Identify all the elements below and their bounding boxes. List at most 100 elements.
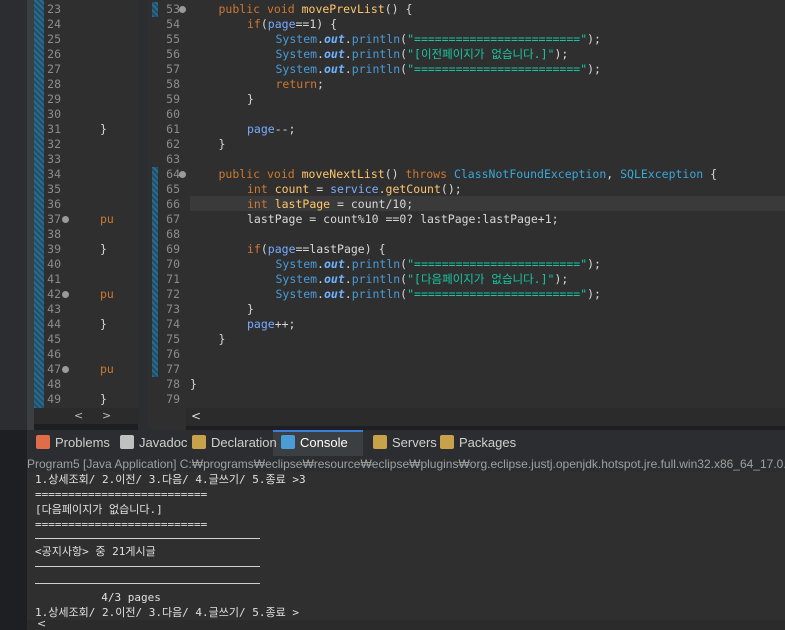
code-line[interactable]: public void movePrevList() {: [219, 2, 413, 17]
left-line-number: 29: [47, 92, 61, 106]
console-line: 1.상세조회/ 2.이전/ 3.다음/ 4.글쓰기/ 5.종료 >: [35, 606, 300, 619]
code-token: page: [267, 242, 296, 256]
console-separator: [35, 538, 260, 539]
console-hscroll[interactable]: <: [27, 617, 785, 630]
code-token: println: [351, 272, 401, 286]
left-line-number: 36: [47, 197, 61, 211]
fold-toggle-icon[interactable]: [179, 6, 186, 13]
code-token: println: [351, 257, 401, 271]
code-token: (): [384, 167, 406, 181]
code-token: .: [344, 287, 352, 301]
code-token: }: [190, 377, 197, 391]
left-code-line[interactable]: }: [100, 122, 107, 137]
packages-icon: [440, 435, 454, 449]
code-line[interactable]: System.out.println("====================…: [276, 287, 601, 302]
servers-icon: [373, 435, 387, 449]
code-line[interactable]: int lastPage = count/10;: [247, 197, 413, 212]
left-code-line[interactable]: }: [100, 317, 107, 332]
code-token: out: [323, 62, 345, 76]
left-line-number: 31: [47, 122, 61, 136]
code-line[interactable]: int count = service.getCount();: [247, 182, 462, 197]
code-token: "========================": [407, 62, 588, 76]
code-token: .: [378, 182, 386, 196]
left-line-number: 25: [47, 32, 61, 46]
at-sign-icon: [120, 435, 134, 449]
console-output[interactable]: 1.상세조회/ 2.이전/ 3.다음/ 4.글쓰기/ 5.종료 >3 ======…: [27, 472, 785, 630]
console-line: 1.상세조회/ 2.이전/ 3.다음/ 4.글쓰기/ 5.종료 >3: [35, 473, 306, 486]
code-line[interactable]: System.out.println("====================…: [276, 32, 601, 47]
editor-divider[interactable]: [138, 0, 148, 430]
fold-toggle-icon[interactable]: [179, 171, 186, 178]
code-line[interactable]: if(page==lastPage) {: [247, 242, 386, 257]
left-code-line[interactable]: }: [100, 392, 107, 407]
left-editor-hscroll[interactable]: < >: [34, 408, 138, 424]
fold-toggle-icon[interactable]: [62, 366, 69, 373]
code-token: page: [267, 17, 296, 31]
change-ruler-mark: [152, 167, 158, 377]
code-line[interactable]: }: [247, 302, 254, 317]
code-token: );: [554, 272, 569, 286]
code-line[interactable]: }: [190, 377, 197, 392]
left-code-line[interactable]: }: [100, 242, 107, 257]
line-number: 54: [166, 17, 180, 31]
code-line[interactable]: public void moveNextList() throws ClassN…: [219, 167, 718, 182]
code-token: (: [260, 242, 268, 256]
code-token: =: [309, 182, 331, 196]
code-token: () {: [384, 2, 413, 16]
left-code-line[interactable]: pu: [100, 287, 114, 302]
code-line[interactable]: }: [219, 137, 226, 152]
code-line[interactable]: page--;: [247, 122, 295, 137]
left-code-line[interactable]: pu: [100, 362, 114, 377]
fold-toggle-icon[interactable]: [62, 291, 69, 298]
code-token: System: [275, 287, 318, 301]
code-token: System: [275, 272, 318, 286]
tab-javadoc[interactable]: Javadoc: [120, 431, 187, 455]
tab-problems[interactable]: Problems: [36, 431, 110, 455]
code-token: }: [218, 332, 226, 346]
main-editor[interactable]: 53 public void movePrevList() {54 if(page=…: [148, 0, 785, 408]
code-line[interactable]: page++;: [247, 317, 295, 332]
code-line[interactable]: System.out.println("====================…: [276, 257, 601, 272]
code-token: .: [344, 32, 352, 46]
left-line-number: 32: [47, 137, 61, 151]
code-token: ++;: [274, 317, 296, 331]
left-line-number: 26: [47, 47, 61, 61]
fold-toggle-icon[interactable]: [62, 216, 69, 223]
code-line[interactable]: System.out.println("====================…: [276, 62, 601, 77]
code-line[interactable]: System.out.println("[다음페이지가 없습니다.]");: [276, 272, 569, 287]
code-line[interactable]: if(page==1) {: [247, 17, 337, 32]
left-side-strip: [0, 0, 27, 430]
left-line-number: 46: [47, 347, 61, 361]
left-hscroll-right-arrow-icon[interactable]: >: [102, 408, 111, 424]
tab-console[interactable]: Console: [281, 431, 348, 455]
code-token: --;: [274, 122, 296, 136]
code-token: "========================": [407, 32, 588, 46]
main-editor-hscroll[interactable]: <: [186, 408, 785, 426]
main-hscroll-left-arrow-icon[interactable]: <: [191, 408, 201, 424]
code-token: getCount: [385, 182, 441, 196]
tab-servers[interactable]: Servers: [373, 431, 437, 455]
line-number: 63: [166, 152, 180, 166]
left-editor[interactable]: 23 24 25 26 27 28 29 30 31} 32 33 34 35 36 37 pu 38 39} 40…: [34, 0, 138, 408]
code-token: lastPage = count%10 ==0? lastPage:lastPa…: [247, 212, 559, 226]
left-code-line[interactable]: pu: [100, 212, 114, 227]
tab-declaration[interactable]: Declaration: [192, 431, 277, 455]
console-line: ==========================: [35, 518, 208, 531]
code-line[interactable]: }: [247, 92, 254, 107]
code-line[interactable]: System.out.println("[이전페이지가 없습니다.]");: [276, 47, 569, 62]
console-hscroll-left-arrow-icon[interactable]: <: [37, 617, 46, 630]
code-token: = count/10;: [330, 197, 414, 211]
code-token: movePrevList: [301, 2, 385, 16]
left-line-number: 37: [47, 212, 61, 226]
console-separator: [35, 566, 260, 567]
tab-packages[interactable]: Packages: [440, 431, 516, 455]
code-token: public: [218, 167, 267, 181]
left-hscroll-left-arrow-icon[interactable]: <: [74, 408, 83, 424]
code-token: out: [323, 272, 345, 286]
code-line[interactable]: lastPage = count%10 ==0? lastPage:lastPa…: [247, 212, 559, 227]
main-editor-corner: [148, 408, 186, 430]
code-line[interactable]: return;: [276, 77, 324, 92]
code-token: lastPage: [274, 197, 331, 211]
tab-label: Declaration: [211, 435, 277, 450]
code-line[interactable]: }: [219, 332, 226, 347]
